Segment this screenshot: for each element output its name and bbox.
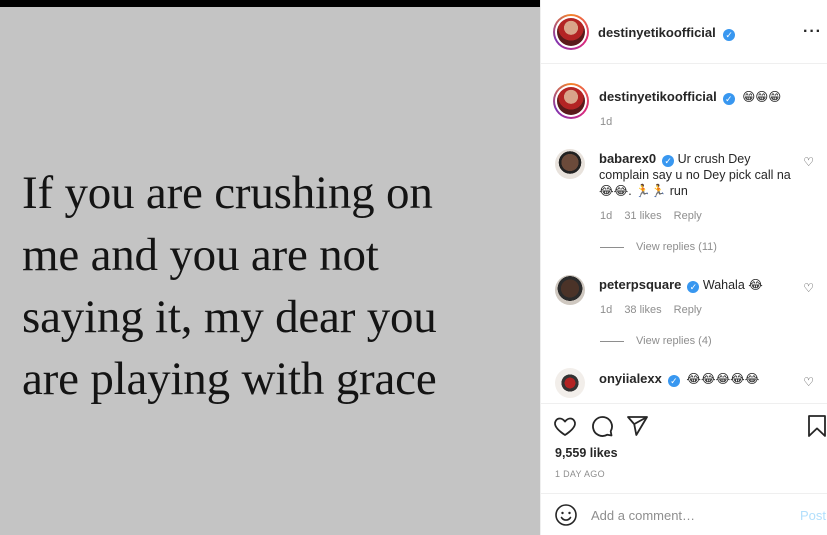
comment-username[interactable]: peterpsquare (599, 277, 681, 292)
comment-box: Post (541, 493, 827, 535)
comment-bubble-icon[interactable] (590, 414, 614, 438)
header-username[interactable]: destinyetikoofficial (598, 25, 716, 40)
caption-time[interactable]: 1d (600, 116, 612, 128)
add-comment-input[interactable] (591, 504, 791, 526)
comments-list[interactable]: destinyetikoofficial ✓ 😁😁😁 1d babarex0 ✓ U… (541, 65, 827, 403)
comment-likes[interactable]: 38 likes (624, 304, 661, 316)
post-time[interactable]: 1 DAY AGO (555, 469, 605, 479)
comment-text: Wahala 😂 (702, 278, 763, 292)
likes-count[interactable]: 9,559 likes (555, 446, 618, 460)
comment-meta: 1d 38 likes Reply (600, 304, 711, 316)
caption-username[interactable]: destinyetikoofficial (599, 89, 717, 104)
like-comment-heart-icon[interactable]: ♡ (803, 281, 814, 295)
comment-avatar[interactable] (555, 368, 585, 398)
caption-text: 😁😁😁 (742, 90, 782, 104)
verified-badge-icon: ✓ (723, 29, 736, 41)
comment-username[interactable]: onyiialexx (599, 371, 662, 386)
like-comment-heart-icon[interactable]: ♡ (803, 155, 814, 169)
header-avatar[interactable] (553, 14, 589, 50)
like-heart-icon[interactable] (553, 414, 577, 438)
share-paper-plane-icon[interactable] (625, 414, 649, 438)
replies-divider (600, 340, 624, 342)
comment-avatar[interactable] (555, 149, 585, 179)
post-image[interactable]: If you are crushing on me and you are no… (0, 0, 540, 535)
header-user: destinyetikoofficial ✓ (598, 24, 736, 42)
post-actions: 9,559 likes 1 DAY AGO (541, 403, 827, 493)
like-comment-heart-icon[interactable]: ♡ (803, 375, 814, 389)
view-replies-button[interactable]: View replies (4) (600, 335, 712, 347)
caption-text-block: destinyetikoofficial ✓ 😁😁😁 (599, 89, 794, 105)
view-replies-button[interactable]: View replies (11) (600, 241, 717, 253)
verified-badge-icon: ✓ (662, 155, 675, 167)
comment-time[interactable]: 1d (600, 304, 612, 316)
caption-avatar[interactable] (553, 83, 589, 119)
verified-badge-icon: ✓ (667, 375, 680, 387)
comment-avatar[interactable] (555, 275, 585, 305)
caption-meta: 1d (600, 116, 621, 128)
post-image-text: If you are crushing on me and you are no… (22, 167, 437, 405)
post-comment-button[interactable]: Post (800, 508, 826, 523)
save-bookmark-icon[interactable] (805, 414, 827, 438)
verified-badge-icon: ✓ (722, 93, 735, 105)
comment-time[interactable]: 1d (600, 210, 612, 222)
reply-button[interactable]: Reply (674, 210, 702, 222)
comment-text: 😂😂😂😂😂 (686, 372, 760, 386)
comment-text-block: onyiialexx ✓ 😂😂😂😂😂 (599, 371, 794, 387)
view-replies-label: View replies (11) (636, 241, 717, 253)
more-options-icon[interactable]: ··· (803, 23, 822, 41)
comment-username[interactable]: babarex0 (599, 151, 656, 166)
view-replies-label: View replies (4) (636, 335, 712, 347)
replies-divider (600, 246, 624, 248)
reply-button[interactable]: Reply (674, 304, 702, 316)
comment-text-block: peterpsquare ✓ Wahala 😂 (599, 277, 794, 293)
post-side-panel: destinyetikoofficial ✓ ··· destinyetikoo… (540, 0, 827, 535)
comment-text-block: babarex0 ✓ Ur crush Dey complain say u no… (599, 151, 794, 199)
comment-likes[interactable]: 31 likes (624, 210, 661, 222)
emoji-smiley-icon[interactable] (554, 503, 578, 527)
verified-badge-icon: ✓ (687, 281, 700, 293)
comment-meta: 1d 31 likes Reply (600, 210, 711, 222)
post-header: destinyetikoofficial ✓ ··· (541, 0, 827, 64)
